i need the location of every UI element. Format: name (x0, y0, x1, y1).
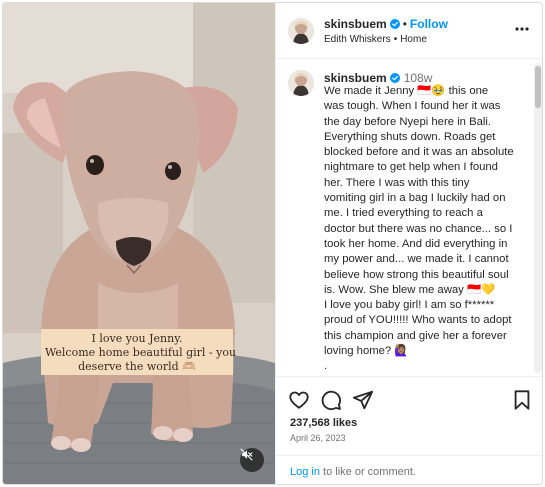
caption-line: the day before Nyepi here in Bali. (324, 115, 492, 128)
login-prompt-text: Log in to like or comment. (290, 466, 416, 478)
more-options-icon[interactable] (514, 22, 530, 36)
save-bookmark-icon[interactable] (511, 389, 533, 411)
header-username-row: skinsbuem • Follow (324, 17, 448, 31)
caption-text: We made it Jenny 🇮🇩🥹 this one was tough.… (324, 84, 538, 376)
comments-scrollbar[interactable] (534, 63, 542, 373)
share-paper-plane-icon[interactable] (352, 389, 374, 411)
caption-line: Everything shuts down. Roads get (324, 130, 496, 143)
scrollbar-thumb[interactable] (535, 66, 541, 108)
caption-line: this champion and give her a forever (324, 329, 507, 342)
overlay-line: I love you Jenny. (91, 332, 183, 345)
caption-username-link[interactable]: skinsbuem (324, 71, 387, 85)
avatar[interactable] (288, 18, 314, 44)
caption-line: I love you baby girl! I am so f****** (324, 299, 495, 312)
avatar-image (288, 70, 314, 96)
caption-line: was tough. When I found her it was (324, 100, 501, 113)
caption-line: is. Wow. She blew me away 🇮🇩💛 (324, 283, 496, 296)
post-header: skinsbuem • Follow Edith Whiskers • Home (276, 3, 542, 59)
caption-line: . (324, 360, 328, 373)
like-heart-icon[interactable] (288, 389, 310, 411)
username-link[interactable]: skinsbuem (324, 17, 387, 31)
login-prompt-rest: to like or comment. (319, 466, 416, 478)
post-actions: 237,568 likes April 26, 2023 Log in to l… (276, 376, 542, 484)
verified-badge-icon (389, 19, 400, 29)
caption-line: doctor but there was no chance... so I (324, 222, 513, 235)
location-link[interactable]: Home (400, 34, 427, 45)
caption-line: blocked before and it was an absolute (324, 146, 514, 159)
speaker-muted-icon (240, 448, 253, 461)
puppy-photo (3, 3, 275, 484)
caption-line: vomiting girl in a bag I luckily had on (324, 192, 506, 205)
mute-toggle-button[interactable] (240, 448, 264, 472)
login-prompt: Log in to like or comment. (276, 455, 542, 484)
caption-line: my power and... we made it. I cannot (324, 253, 509, 266)
caption-line: proud of YOU!!!!! Who wants to adopt (324, 314, 512, 327)
post-frame: I love you Jenny. Welcome home beautiful… (2, 2, 543, 485)
comments-section[interactable]: skinsbuem 108w We made it Jenny 🇮🇩🥹 this … (276, 60, 542, 376)
separator-dot: • (393, 34, 398, 45)
post-date[interactable]: April 26, 2023 (290, 433, 346, 443)
caption-header: skinsbuem 108w (324, 71, 432, 85)
post-media[interactable]: I love you Jenny. Welcome home beautiful… (3, 3, 275, 484)
caption-age: 108w (403, 71, 433, 85)
verified-badge-icon (389, 73, 400, 83)
caption-line: We made it Jenny 🇮🇩🥹 this one (324, 85, 489, 97)
likes-count[interactable]: 237,568 likes (290, 417, 357, 429)
overlay-line: Welcome home beautiful girl - you (45, 346, 237, 359)
caption-line: me. I tried everything to reach a (324, 207, 483, 220)
caption-line: nightmare to get help when I found (324, 161, 498, 174)
login-link[interactable]: Log in (290, 466, 320, 478)
separator-dot: • (402, 17, 407, 31)
video-caption-overlay: I love you Jenny. Welcome home beautiful… (41, 329, 237, 375)
follow-button[interactable]: Follow (410, 17, 448, 31)
caption-line: loving home? 🙋🏽‍♀️ (324, 345, 409, 358)
caption-line: her. There I was with this tiny (324, 176, 470, 189)
comment-avatar[interactable] (288, 70, 314, 96)
comment-bubble-icon[interactable] (320, 389, 342, 411)
caption-line: took her home. And did everything in (324, 237, 508, 250)
avatar-image (288, 18, 314, 44)
audio-attribution-link[interactable]: Edith Whiskers (324, 34, 391, 45)
post-side-panel: skinsbuem • Follow Edith Whiskers • Home ski… (275, 3, 542, 484)
overlay-line: deserve the world 🫶🏼 (78, 360, 196, 373)
caption-line: believe how strong this beautiful soul (324, 268, 509, 281)
header-subtitle: Edith Whiskers • Home (324, 34, 427, 45)
